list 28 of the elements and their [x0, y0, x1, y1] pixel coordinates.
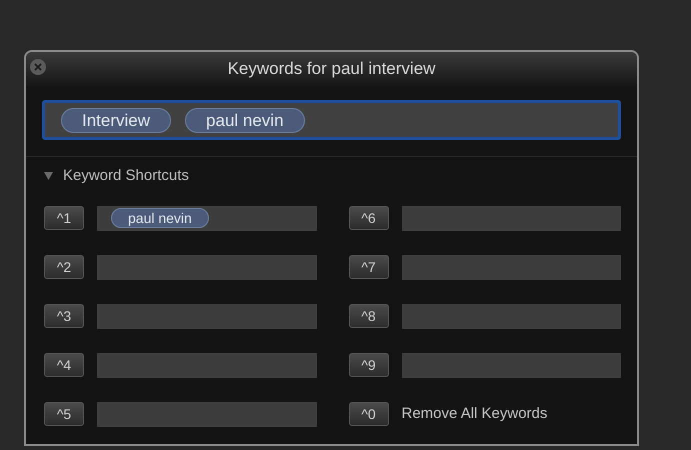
keyword-token[interactable]: paul nevin: [185, 108, 305, 132]
shortcut-key-button[interactable]: ^9: [348, 353, 388, 377]
shortcut-key-button[interactable]: ^5: [44, 402, 84, 426]
keyword-token[interactable]: paul nevin: [111, 208, 209, 228]
disclosure-triangle-icon[interactable]: [44, 172, 53, 180]
shortcut-field[interactable]: [97, 254, 316, 280]
window-title: Keywords for paul interview: [228, 58, 436, 80]
shortcut-key-button[interactable]: ^3: [44, 304, 84, 328]
shortcut-field[interactable]: paul nevin: [97, 206, 316, 230]
shortcut-field[interactable]: [97, 304, 316, 328]
shortcut-field[interactable]: [402, 254, 621, 280]
shortcut-field[interactable]: [97, 352, 316, 378]
shortcut-field[interactable]: [97, 402, 316, 426]
shortcut-key-button[interactable]: ^7: [348, 255, 388, 279]
close-icon[interactable]: [30, 59, 46, 75]
shortcut-field[interactable]: [402, 206, 621, 230]
keyword-token[interactable]: Interview: [61, 108, 172, 132]
shortcut-key-button[interactable]: ^4: [44, 353, 84, 377]
shortcut-key-button[interactable]: ^1: [44, 206, 84, 230]
shortcut-key-button[interactable]: ^6: [348, 206, 388, 230]
shortcut-key-button[interactable]: ^2: [44, 255, 84, 279]
remove-all-keywords-label[interactable]: Remove All Keywords: [402, 402, 548, 426]
section-title: Keyword Shortcuts: [63, 166, 189, 186]
shortcut-field[interactable]: [402, 304, 621, 328]
shortcut-field[interactable]: [402, 352, 621, 378]
shortcut-key-button[interactable]: ^8: [348, 304, 388, 328]
shortcut-key-button[interactable]: ^0: [348, 402, 388, 426]
keyword-field[interactable]: Interview paul nevin: [42, 100, 621, 140]
